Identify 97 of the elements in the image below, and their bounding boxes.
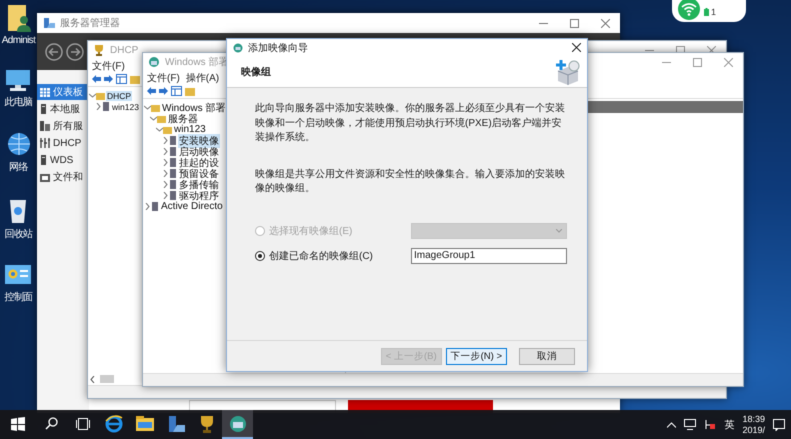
folder-icon (96, 92, 105, 100)
input-field[interactable]: ImageGroup1 (411, 248, 567, 264)
dialog-title: 添加映像向导 (248, 42, 308, 54)
nav-item[interactable]: WDS (37, 152, 89, 168)
wizard-box-icon (555, 58, 581, 84)
tool-icon (40, 138, 50, 148)
chevron-icon[interactable] (163, 170, 168, 177)
chevron-left-icon[interactable] (90, 376, 95, 382)
desktop-icon-label[interactable]: Administ (2, 35, 36, 46)
server-manager-icon[interactable] (166, 414, 184, 432)
back-icon[interactable] (45, 42, 63, 60)
chevron-icon[interactable] (96, 103, 101, 110)
chevron-icon[interactable] (163, 181, 168, 188)
caret-icon (556, 228, 562, 232)
clock-time[interactable]: 18:39 (742, 414, 765, 424)
battery-icon (704, 8, 709, 16)
menu-item[interactable]: 操作(A) (186, 70, 220, 84)
trophy-icon (93, 44, 105, 56)
chevron-icon[interactable] (163, 192, 168, 199)
wizard-button[interactable]: 下一步(N) > (446, 348, 507, 364)
server-icon (40, 104, 47, 114)
computer-icon (5, 68, 32, 92)
radio-button[interactable] (255, 250, 265, 260)
chevron-icon[interactable] (163, 159, 168, 166)
arrow-left-icon[interactable] (147, 87, 156, 95)
close-icon[interactable] (572, 43, 581, 52)
desktop-icon-label[interactable]: 此电脑 (4, 95, 33, 109)
desktop-icon-label[interactable]: 回收站 (4, 227, 33, 241)
server-icon (102, 102, 110, 111)
notification-icon[interactable] (773, 418, 785, 430)
nav-item[interactable]: 文件和 (37, 169, 89, 185)
menu-item[interactable]: 文件(F) (92, 58, 125, 72)
chevron-icon[interactable] (156, 127, 163, 132)
nav-item[interactable]: DHCP (37, 135, 89, 151)
wizard-app-icon (233, 42, 243, 52)
arrow-left-icon[interactable] (92, 75, 101, 83)
server-box-icon (148, 56, 160, 68)
chevron-icon[interactable] (89, 93, 96, 98)
widget-value: 1 (711, 7, 716, 17)
tree-item[interactable]: Windows 部署 (161, 100, 226, 114)
control-panel-icon (4, 263, 32, 287)
option-label: 创建已命名的映像组(C) (269, 250, 373, 262)
menu-item[interactable]: 文件(F) (147, 70, 180, 84)
panel-icon[interactable] (116, 74, 127, 84)
input-method[interactable]: 英 (724, 418, 734, 432)
chevron-icon[interactable] (150, 116, 157, 121)
tree-item[interactable]: 启动映像 (178, 144, 220, 158)
tree-item[interactable]: Active Directo (160, 201, 224, 212)
user-folder-icon (5, 4, 32, 32)
page-heading: 映像组 (241, 66, 271, 78)
chevron-icon[interactable] (144, 105, 151, 110)
tree-item[interactable]: 安装映像 (178, 134, 220, 148)
globe-icon (6, 131, 32, 157)
desktop-icon-label[interactable]: 控制面 (4, 290, 33, 304)
task-view-icon[interactable] (76, 418, 90, 430)
tree-item[interactable]: 多播传输 (178, 178, 220, 192)
tree-item[interactable]: DHCP (106, 90, 132, 100)
network-icon[interactable] (684, 419, 696, 430)
arrow-right-icon[interactable] (104, 75, 113, 83)
tree-item[interactable]: 服务器 (167, 112, 199, 126)
window-title: DHCP (110, 44, 138, 56)
nav-item[interactable]: 本地服 (37, 101, 89, 117)
forward-icon[interactable] (66, 42, 84, 60)
intro-text: 此向导向服务器中添加安装映像。你的服务器上必须至少具有一个安装映像和一个启动映像，才能使用预启动执行环境(PXE)启动客户端并安装操作系统。 (255, 102, 566, 145)
tree-item[interactable]: win123 (111, 102, 140, 112)
option-label: 选择现有映像组(E) (269, 224, 352, 238)
server-stack-icon (40, 121, 50, 131)
caret-up-icon[interactable] (667, 422, 676, 428)
server-icon (40, 155, 47, 165)
chevron-icon[interactable] (163, 148, 168, 155)
nav-item[interactable]: 所有服 (37, 118, 89, 134)
clock-date[interactable]: 2019/ (742, 424, 765, 436)
folder-icon[interactable] (136, 416, 154, 431)
tree-item[interactable]: 挂起的设 (178, 156, 220, 170)
grid-icon (40, 88, 50, 96)
panel-icon[interactable] (171, 86, 182, 96)
scrollbar-thumb[interactable] (100, 375, 114, 383)
server-icon (151, 202, 159, 211)
nav-item[interactable]: 仪表板 (37, 84, 89, 100)
tree-item[interactable]: win123 (173, 124, 207, 135)
maximize-icon[interactable] (570, 18, 579, 28)
window-title: 服务器管理器 (60, 17, 120, 30)
tree-item[interactable]: 驱动程序 (178, 188, 220, 202)
app-status-icon[interactable] (704, 419, 716, 430)
desktop-icon-label[interactable]: 网络 (9, 160, 28, 174)
windows-logo-icon[interactable] (11, 416, 25, 430)
search-icon[interactable] (45, 417, 58, 430)
arrow-right-icon[interactable] (159, 87, 168, 95)
folder-icon (40, 172, 50, 182)
server-box-icon[interactable] (228, 414, 246, 432)
chevron-icon[interactable] (163, 137, 168, 144)
description-text: 映像组是共享公用文件资源和安全性的映像集合。输入要添加的安装映像的映像组。 (255, 168, 566, 196)
server-manager-icon (43, 17, 55, 29)
tree-item[interactable]: 预留设备 (178, 166, 220, 180)
browser-icon[interactable] (104, 414, 122, 432)
wizard-button[interactable]: 取消 (519, 348, 575, 364)
chevron-icon[interactable] (145, 203, 150, 210)
